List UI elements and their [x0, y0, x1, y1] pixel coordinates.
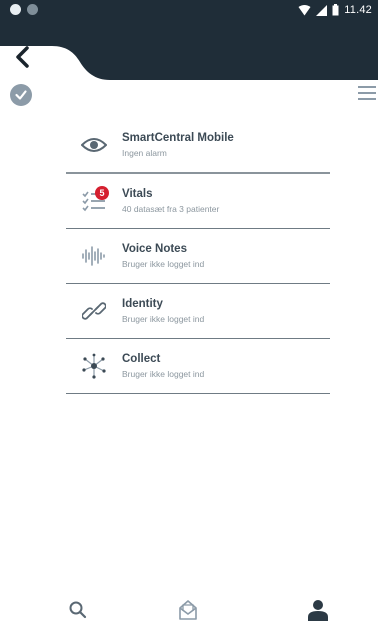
back-button[interactable] — [10, 44, 36, 70]
search-button[interactable] — [64, 596, 92, 624]
bottom-navigation — [0, 588, 378, 632]
item-subtitle: 40 datasæt fra 3 patienter — [122, 204, 220, 214]
inbox-icon — [179, 600, 197, 620]
hamburger-menu-button[interactable] — [358, 86, 376, 102]
status-bar: 11.42 — [0, 0, 378, 22]
eye-icon — [81, 138, 107, 152]
soundwave-icon — [82, 246, 105, 266]
list-item-identity[interactable]: Identity Bruger ikke logget ind — [66, 284, 330, 339]
list-item-vitals[interactable]: 5 Vitals 40 datasæt fra 3 patienter — [66, 174, 330, 229]
status-check-icon — [10, 84, 32, 106]
inbox-button[interactable] — [174, 596, 202, 624]
link-icon — [82, 302, 106, 320]
list-item-voice-notes[interactable]: Voice Notes Bruger ikke logget ind — [66, 229, 330, 284]
status-time: 11.42 — [344, 4, 372, 16]
notification-badge: 5 — [95, 186, 109, 200]
item-title: Vitals — [122, 188, 153, 200]
chevron-left-icon — [16, 46, 29, 68]
app-list: SmartCentral Mobile Ingen alarm 5 Vitals… — [66, 118, 330, 394]
person-icon — [308, 600, 328, 621]
battery-icon — [332, 4, 339, 16]
list-item-smartcentral[interactable]: SmartCentral Mobile Ingen alarm — [66, 118, 330, 174]
app-notification-icon — [10, 4, 21, 15]
item-subtitle: Bruger ikke logget ind — [122, 314, 205, 324]
item-title: SmartCentral Mobile — [122, 132, 234, 144]
sync-notification-icon — [27, 4, 38, 15]
wifi-icon — [298, 4, 311, 15]
item-title: Collect — [122, 353, 161, 365]
item-title: Identity — [122, 298, 163, 310]
item-title: Voice Notes — [122, 243, 187, 255]
item-subtitle: Bruger ikke logget ind — [122, 369, 205, 379]
list-item-collect[interactable]: Collect Bruger ikke logget ind — [66, 339, 330, 394]
profile-button[interactable] — [304, 596, 332, 624]
network-icon — [82, 353, 106, 379]
search-icon — [69, 601, 87, 619]
signal-icon — [316, 4, 328, 16]
item-subtitle: Bruger ikke logget ind — [122, 259, 205, 269]
item-subtitle: Ingen alarm — [122, 148, 167, 158]
